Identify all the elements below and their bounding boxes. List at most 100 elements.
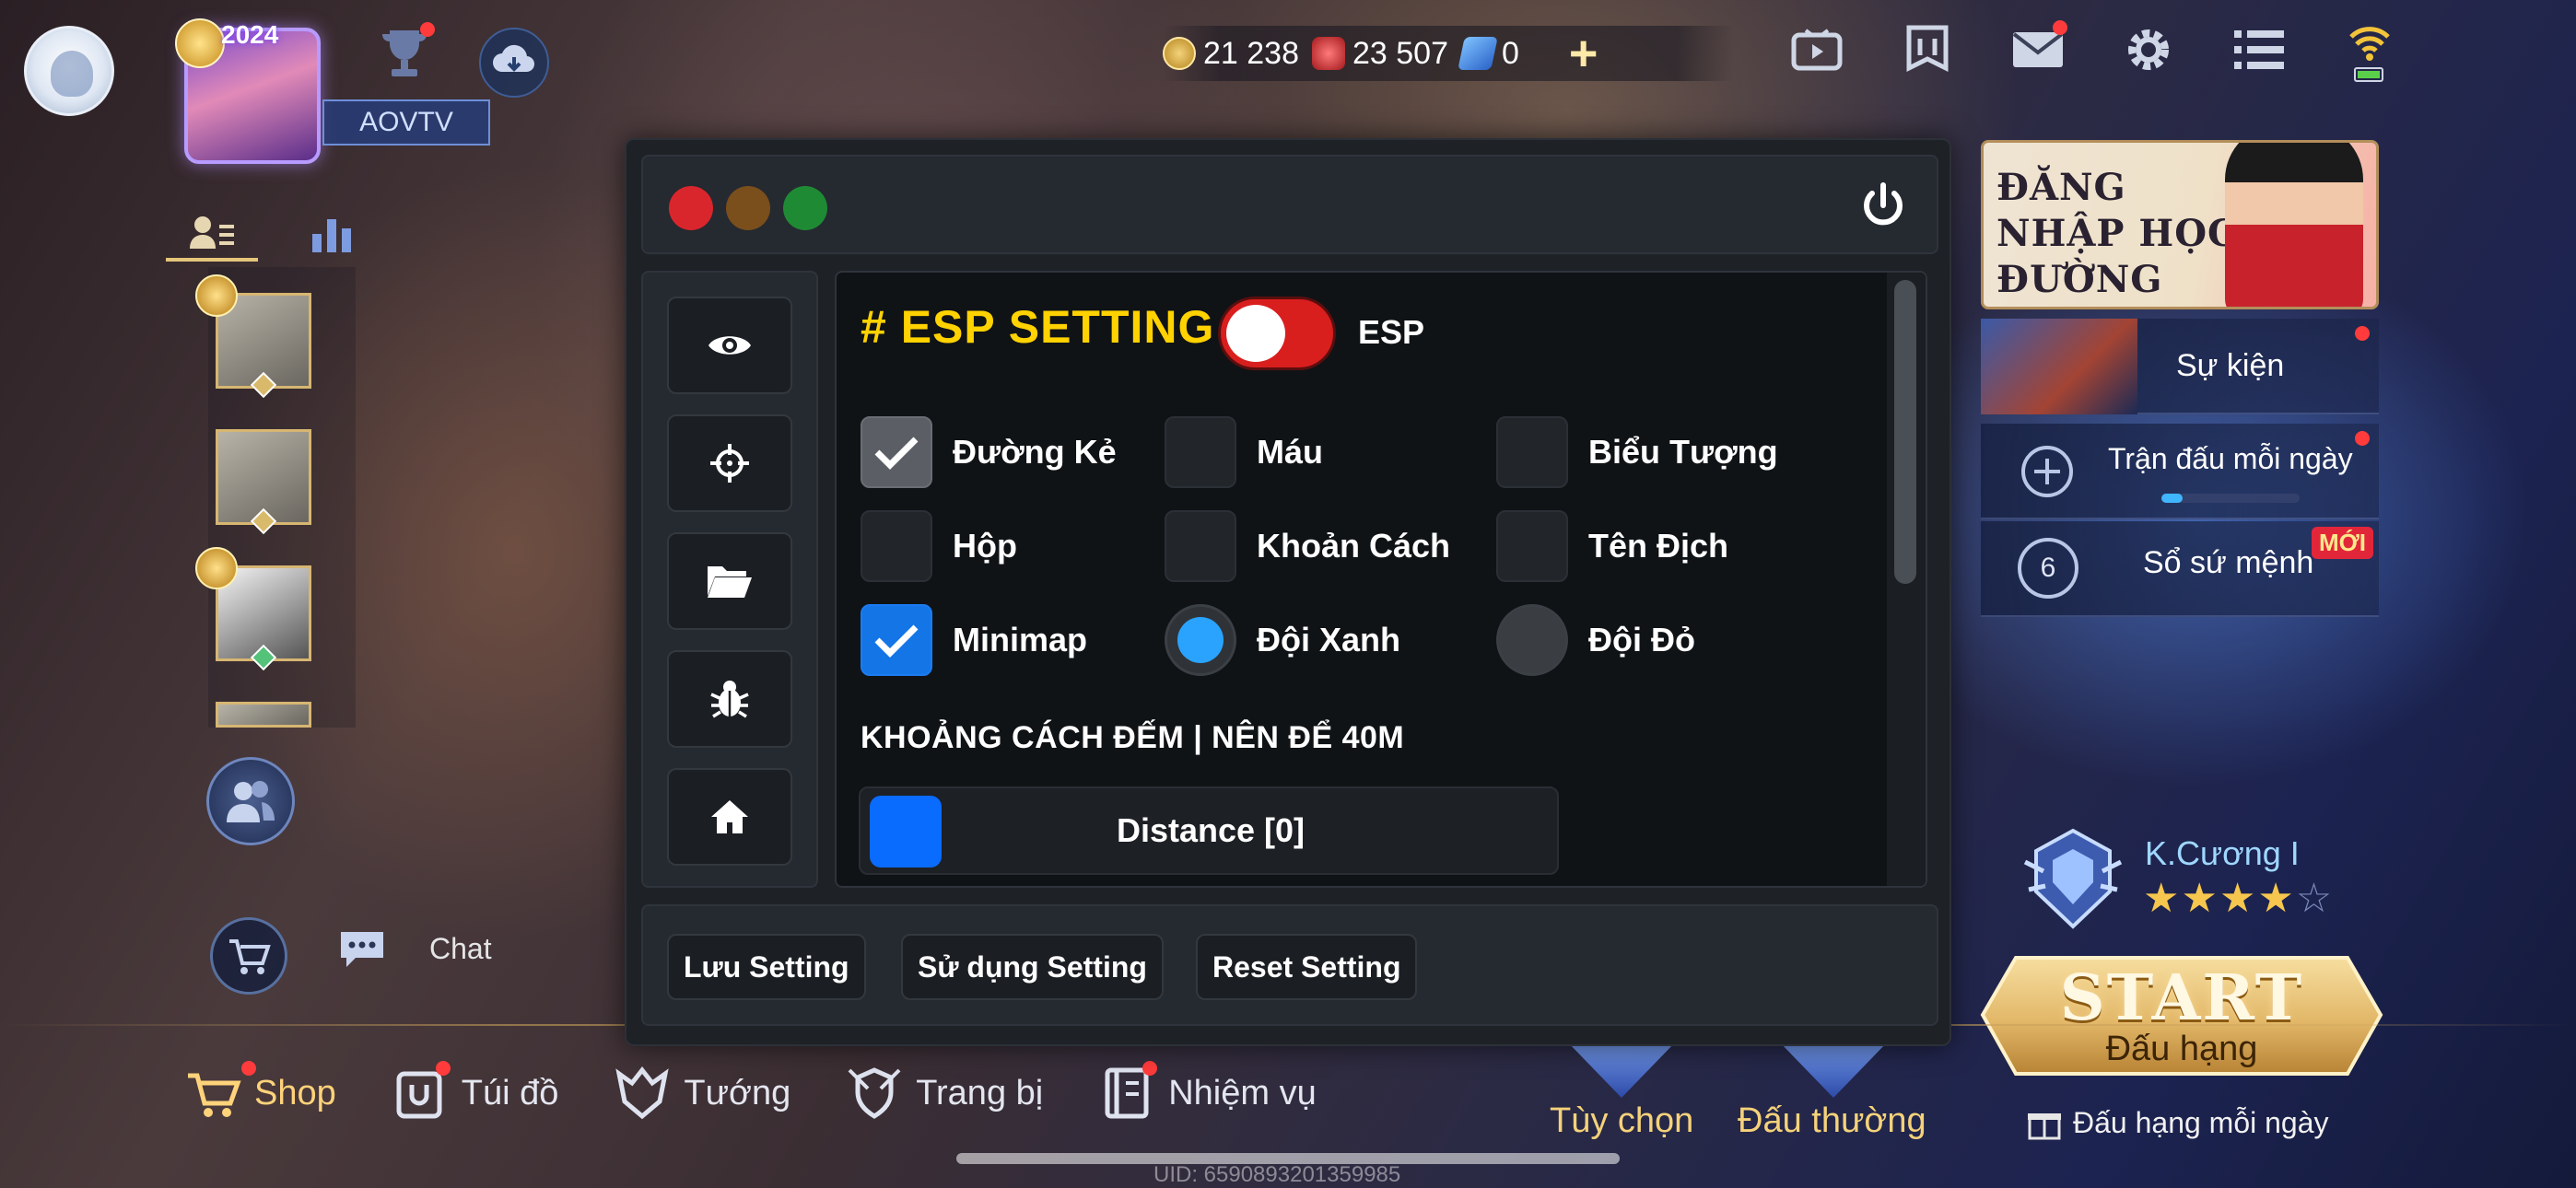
video-button[interactable] — [1787, 20, 1846, 79]
distance-slider[interactable]: Distance [0] — [859, 786, 1559, 875]
nav-inventory[interactable]: Túi đồ — [392, 1061, 558, 1122]
side-item-mission-book[interactable]: 6 Sổ sứ mệnh MỚI — [1981, 521, 2379, 617]
guild-button[interactable] — [1898, 20, 1957, 79]
checkbox[interactable] — [861, 510, 932, 582]
close-window-button[interactable] — [669, 186, 713, 230]
option-enemy-name[interactable]: Tên Địch — [1496, 510, 1728, 582]
side-item-events[interactable]: Sự kiện — [1981, 319, 2379, 414]
minimize-window-button[interactable] — [726, 186, 770, 230]
start-button[interactable]: START Đấu hạng — [1979, 954, 2384, 1077]
checkbox[interactable] — [1496, 510, 1568, 582]
event-banner[interactable]: ĐĂNG NHẬP HỌC ĐƯỜNG — [1981, 140, 2379, 309]
settings-button[interactable] — [2119, 20, 2178, 79]
rank-stars: ★★★★☆ — [2143, 875, 2334, 922]
gold-coin-icon — [1163, 37, 1196, 70]
nav-missions[interactable]: Nhiệm vụ — [1098, 1061, 1317, 1122]
esp-tab-button[interactable] — [667, 297, 792, 394]
nav-label: Shop — [254, 1073, 336, 1112]
side-item-label: Sổ sứ mệnh — [2143, 545, 2314, 580]
checkbox[interactable] — [861, 604, 932, 676]
menu-button[interactable] — [2230, 20, 2289, 79]
hero-portrait-icon — [1981, 319, 2137, 414]
nav-heroes[interactable]: Tướng — [614, 1065, 790, 1122]
rank-name: K.Cương I — [2145, 834, 2300, 872]
home-icon — [711, 800, 748, 833]
files-tab-button[interactable] — [667, 532, 792, 630]
option-red-team[interactable]: Đội Đỏ — [1496, 604, 1695, 676]
esp-toggle[interactable] — [1218, 297, 1336, 370]
friend-list-icon — [190, 216, 234, 249]
power-button[interactable] — [1856, 179, 1911, 234]
debug-tab-button[interactable] — [667, 650, 792, 748]
checkbox[interactable] — [1496, 416, 1568, 488]
tab-ranking[interactable] — [286, 206, 378, 262]
friend-avatar[interactable] — [216, 702, 311, 728]
home-tab-button[interactable] — [667, 768, 792, 866]
reset-setting-button[interactable]: Reset Setting — [1196, 934, 1418, 1000]
side-item-label: Sự kiện — [2176, 348, 2285, 383]
notification-dot — [2053, 20, 2067, 35]
notification-dot — [2355, 326, 2370, 341]
chat-label[interactable]: Chat — [429, 932, 492, 966]
nav-label: Trang bị — [916, 1073, 1044, 1112]
option-label: Tên Địch — [1588, 527, 1729, 565]
mission-count: 6 — [2018, 538, 2078, 599]
gift-icon — [2028, 1113, 2061, 1140]
checkbox[interactable] — [861, 416, 932, 488]
checkbox[interactable] — [1165, 416, 1236, 488]
mini-shop-button[interactable] — [210, 917, 287, 995]
chat-icon[interactable] — [337, 928, 387, 971]
aim-tab-button[interactable] — [667, 414, 792, 512]
radio-button[interactable] — [1496, 604, 1568, 676]
option-icon[interactable]: Biểu Tượng — [1496, 416, 1778, 488]
settings-gear-icon — [2128, 29, 2169, 70]
option-distance[interactable]: Khoản Cách — [1165, 510, 1450, 582]
save-setting-button[interactable]: Lưu Setting — [667, 934, 866, 1000]
nav-equipment[interactable]: Trang bị — [846, 1065, 1043, 1122]
nav-label: Tướng — [684, 1073, 791, 1112]
cloud-download-button[interactable] — [479, 28, 549, 98]
esp-settings-panel: # ESP SETTING ESP Đường Kẻ Máu Biểu Tượn… — [625, 138, 1951, 1046]
option-label: Hộp — [953, 527, 1017, 565]
option-minimap[interactable]: Minimap — [861, 604, 1087, 676]
gold-amount: 21 238 — [1203, 35, 1299, 71]
checkmark-icon — [874, 624, 919, 658]
group-button[interactable] — [206, 757, 295, 845]
nav-label: Nhiệm vụ — [1168, 1073, 1317, 1112]
mode-custom-label[interactable]: Tùy chọn — [1550, 1101, 1693, 1141]
mode-normal-label[interactable]: Đấu thường — [1738, 1101, 1926, 1141]
option-blue-team[interactable]: Đội Xanh — [1165, 604, 1400, 676]
gold-currency: 21 238 — [1163, 36, 1299, 72]
nav-shop[interactable]: Shop — [184, 1061, 336, 1122]
add-currency-button[interactable]: + — [1569, 29, 1598, 78]
panel-content: # ESP SETTING ESP Đường Kẻ Máu Biểu Tượn… — [835, 271, 1927, 888]
scrollbar-thumb[interactable] — [1894, 280, 1916, 584]
app-logo — [24, 26, 114, 116]
use-setting-button[interactable]: Sử dụng Setting — [901, 934, 1164, 1000]
daily-rank-link[interactable]: Đấu hạng mỗi ngày — [2027, 1105, 2329, 1140]
mode-normal[interactable] — [1778, 1041, 1889, 1098]
notification-dot — [435, 1061, 451, 1076]
panel-titlebar[interactable] — [641, 155, 1938, 254]
start-subtitle: Đấu hạng — [2105, 1030, 2258, 1068]
guild-banner-icon — [1906, 25, 1949, 73]
option-label: Khoản Cách — [1257, 527, 1451, 565]
mail-button[interactable] — [2008, 20, 2067, 79]
checkbox[interactable] — [1165, 510, 1236, 582]
maximize-window-button[interactable] — [783, 186, 827, 230]
panel-sidebar — [641, 271, 818, 888]
tab-friends[interactable] — [166, 206, 258, 262]
notification-dot — [241, 1061, 256, 1076]
mode-custom[interactable] — [1566, 1041, 1677, 1098]
hero-helmet-icon — [615, 1066, 670, 1120]
banner-character — [2225, 143, 2363, 307]
friend-tabs — [166, 206, 378, 262]
gem-currency: 23 507 — [1312, 36, 1448, 72]
group-icon — [227, 781, 275, 822]
trophy-button[interactable] — [372, 22, 437, 87]
side-item-daily-match[interactable]: Trận đấu mỗi ngày — [1981, 424, 2379, 519]
option-health[interactable]: Máu — [1165, 416, 1323, 488]
option-line[interactable]: Đường Kẻ — [861, 416, 1117, 488]
radio-button[interactable] — [1165, 604, 1236, 676]
option-box[interactable]: Hộp — [861, 510, 1017, 582]
